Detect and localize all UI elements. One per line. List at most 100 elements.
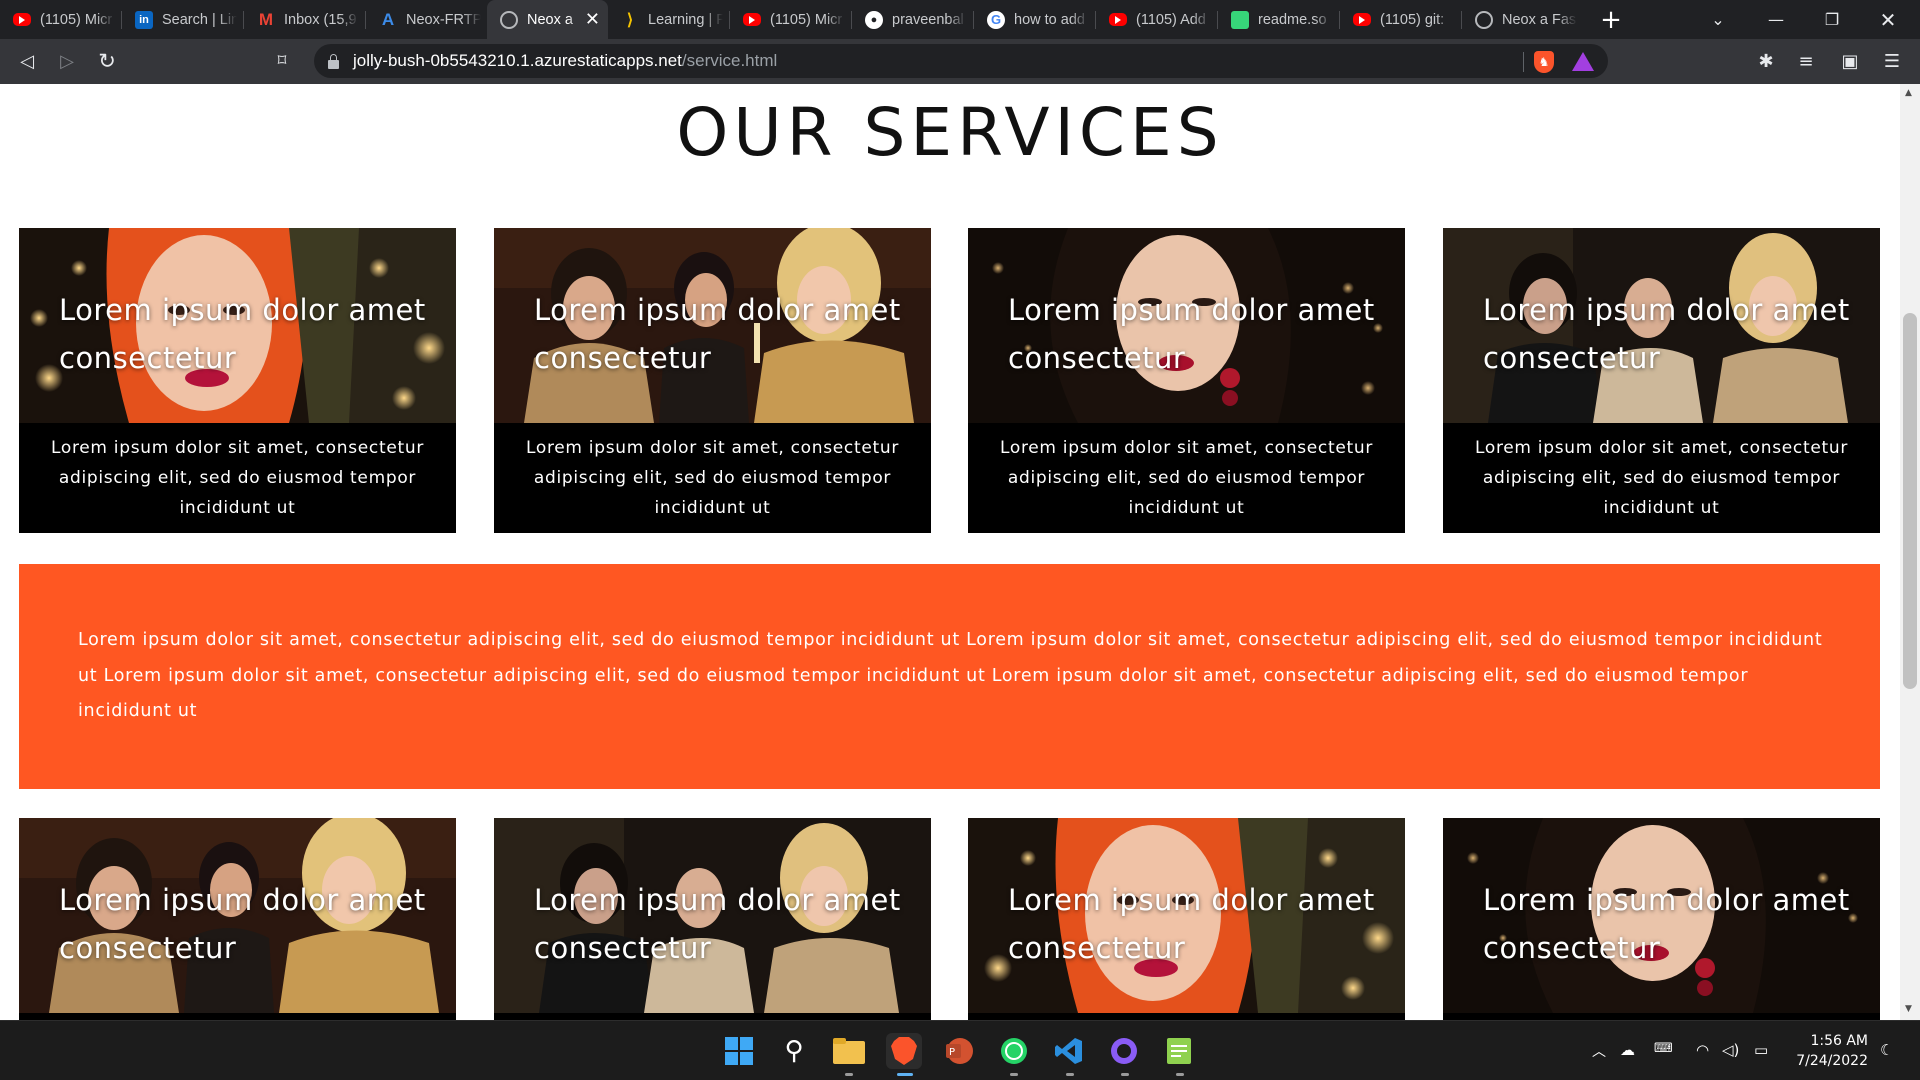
- volume-icon[interactable]: ◁): [1722, 1041, 1739, 1059]
- learning-icon: ⟩: [626, 11, 634, 29]
- reload-button[interactable]: ↻: [93, 47, 121, 75]
- tab-label: readme.so: [1258, 11, 1327, 28]
- browser-tab[interactable]: (1105) git:: [1340, 0, 1461, 39]
- clock-date: 7/24/2022: [1796, 1053, 1868, 1069]
- system-clock[interactable]: 1:56 AM 7/24/2022: [1796, 1031, 1868, 1071]
- youtube-icon: [743, 13, 761, 26]
- running-indicator: [1121, 1073, 1129, 1076]
- browser-tab[interactable]: readme.so: [1218, 0, 1339, 39]
- service-card[interactable]: Lorem ipsum dolor amet consectetur Lorem…: [19, 228, 456, 533]
- divider: [1523, 52, 1524, 72]
- clock-time: 1:56 AM: [1810, 1033, 1868, 1049]
- wifi-icon[interactable]: ◠: [1696, 1041, 1709, 1059]
- azure-icon: A: [381, 9, 395, 29]
- running-indicator: [845, 1073, 853, 1076]
- search-icon[interactable]: ⚲: [776, 1033, 812, 1069]
- service-card-text: Lorem ipsum dolor sit amet, consectetur …: [999, 438, 1374, 518]
- running-indicator: [1010, 1073, 1018, 1076]
- url-host: jolly-bush-0b5543210.1.azurestaticapps.n…: [353, 51, 682, 70]
- minimize-button[interactable]: —: [1748, 0, 1804, 39]
- browser-tab[interactable]: Ghow to add: [974, 0, 1095, 39]
- browser-tab[interactable]: ⟩ Learning | F: [608, 0, 729, 39]
- brave-rewards-icon[interactable]: [1572, 52, 1594, 71]
- keyboard-icon[interactable]: ⌨: [1654, 1041, 1673, 1056]
- powerpoint-icon[interactable]: P: [941, 1033, 977, 1069]
- brave-browser-icon[interactable]: [886, 1033, 922, 1069]
- scroll-down-arrow-icon[interactable]: ▼: [1905, 1004, 1912, 1014]
- banner-text: Lorem ipsum dolor sit amet, consectetur …: [78, 630, 1823, 721]
- address-bar[interactable]: jolly-bush-0b5543210.1.azurestaticapps.n…: [314, 44, 1608, 78]
- browser-tab[interactable]: (1105) Micr: [0, 0, 121, 39]
- scroll-up-arrow-icon[interactable]: ▲: [1905, 88, 1912, 98]
- notepad-icon[interactable]: [1161, 1033, 1197, 1069]
- browser-tab[interactable]: (1105) Micr: [730, 0, 851, 39]
- windows-start-icon[interactable]: [721, 1033, 757, 1069]
- google-icon: G: [987, 10, 1005, 29]
- close-tab-icon[interactable]: ✕: [585, 10, 600, 28]
- info-banner: Lorem ipsum dolor sit amet, consectetur …: [19, 564, 1880, 789]
- readme-icon: [1231, 10, 1249, 29]
- service-card[interactable]: Lorem ipsum dolor amet consectetur Lorem…: [1443, 228, 1880, 533]
- tab-label: Neox a: [527, 11, 573, 28]
- onedrive-cloud-icon[interactable]: ☁: [1620, 1041, 1635, 1059]
- tab-label: (1105) Add: [1136, 11, 1206, 28]
- back-button[interactable]: ◁: [13, 47, 41, 75]
- notifications-icon[interactable]: ☾: [1880, 1041, 1893, 1059]
- browser-toolbar: ◁ ▷ ↻ ⌑ jolly-bush-0b5543210.1.azurestat…: [0, 39, 1920, 84]
- browser-tab-active[interactable]: Neox a ✕: [487, 0, 608, 39]
- github-icon: ●: [865, 10, 883, 29]
- whatsapp-icon[interactable]: [996, 1033, 1032, 1069]
- bookmark-icon[interactable]: ⌑: [268, 47, 296, 75]
- wallet-icon[interactable]: ▣: [1836, 47, 1864, 75]
- svg-text:P: P: [949, 1047, 955, 1058]
- service-card-heading: Lorem ipsum dolor amet consectetur: [59, 293, 426, 375]
- browser-tab[interactable]: in Search | Lin: [122, 0, 243, 39]
- github-desktop-icon[interactable]: [1106, 1033, 1142, 1069]
- brave-shield-icon[interactable]: ♞: [1534, 51, 1554, 73]
- browser-tab[interactable]: Neox a Fasi: [1462, 0, 1583, 39]
- tab-label: Learning | F: [648, 11, 723, 28]
- tab-label: (1105) git:: [1380, 11, 1445, 28]
- service-card[interactable]: Lorem ipsum dolor amet consectetur: [494, 818, 931, 1020]
- service-card[interactable]: Lorem ipsum dolor amet consectetur: [19, 818, 456, 1020]
- browser-tab[interactable]: ● praveenbal: [852, 0, 973, 39]
- service-card[interactable]: Lorem ipsum dolor amet consectetur: [968, 818, 1405, 1020]
- tab-label: Inbox (15,9: [284, 11, 357, 28]
- service-card-heading: Lorem ipsum dolor amet consectetur: [1483, 293, 1850, 375]
- url-path: /service.html: [681, 51, 778, 70]
- new-tab-button[interactable]: +: [1591, 5, 1631, 35]
- browser-tab[interactable]: (1105) Add: [1096, 0, 1217, 39]
- browser-tab-strip: (1105) Micr in Search | Lin M Inbox (15,9 …: [0, 0, 1920, 39]
- forward-button[interactable]: ▷: [53, 47, 81, 75]
- extensions-icon[interactable]: ✱: [1752, 47, 1780, 75]
- menu-icon[interactable]: ☰: [1878, 47, 1906, 75]
- file-explorer-icon[interactable]: [831, 1033, 867, 1069]
- tab-label: Search | Lin: [162, 11, 237, 28]
- service-card[interactable]: Lorem ipsum dolor amet consectetur Lorem…: [968, 228, 1405, 533]
- active-indicator: [897, 1073, 913, 1076]
- service-card[interactable]: Lorem ipsum dolor amet consectetur: [1443, 818, 1880, 1020]
- service-card-heading: Lorem ipsum dolor amet consectetur: [1008, 883, 1375, 965]
- tab-search-icon[interactable]: ⌄: [1690, 0, 1746, 39]
- service-card-text: Lorem ipsum dolor sit amet, consectetur …: [1474, 438, 1849, 518]
- youtube-icon: [1353, 13, 1371, 26]
- playlist-icon[interactable]: ≡: [1792, 47, 1820, 75]
- chevron-up-icon[interactable]: ︿: [1592, 1041, 1606, 1061]
- close-window-button[interactable]: ✕: [1860, 0, 1916, 39]
- page-scrollbar-thumb[interactable]: [1903, 313, 1917, 689]
- vscode-icon[interactable]: [1051, 1033, 1087, 1069]
- browser-tab[interactable]: M Inbox (15,9: [244, 0, 365, 39]
- page-viewport: OUR SERVICES Lorem ipsum dolor amet cons…: [0, 84, 1900, 1020]
- tab-label: praveenbal: [892, 11, 964, 28]
- service-card-heading: Lorem ipsum dolor amet consectetur: [534, 293, 901, 375]
- youtube-icon: [13, 13, 31, 26]
- tab-label: Neox-FRTP: [406, 11, 481, 28]
- restore-button[interactable]: ❐: [1804, 0, 1860, 39]
- service-card-heading: Lorem ipsum dolor amet consectetur: [59, 883, 426, 965]
- browser-tab[interactable]: A Neox-FRTP: [366, 0, 487, 39]
- battery-icon[interactable]: ▭: [1754, 1041, 1768, 1059]
- youtube-icon: [1109, 13, 1127, 26]
- service-card[interactable]: Lorem ipsum dolor amet consectetur Lorem…: [494, 228, 931, 533]
- tab-label: (1105) Micr: [770, 11, 843, 28]
- tab-label: Neox a Fasi: [1502, 11, 1577, 28]
